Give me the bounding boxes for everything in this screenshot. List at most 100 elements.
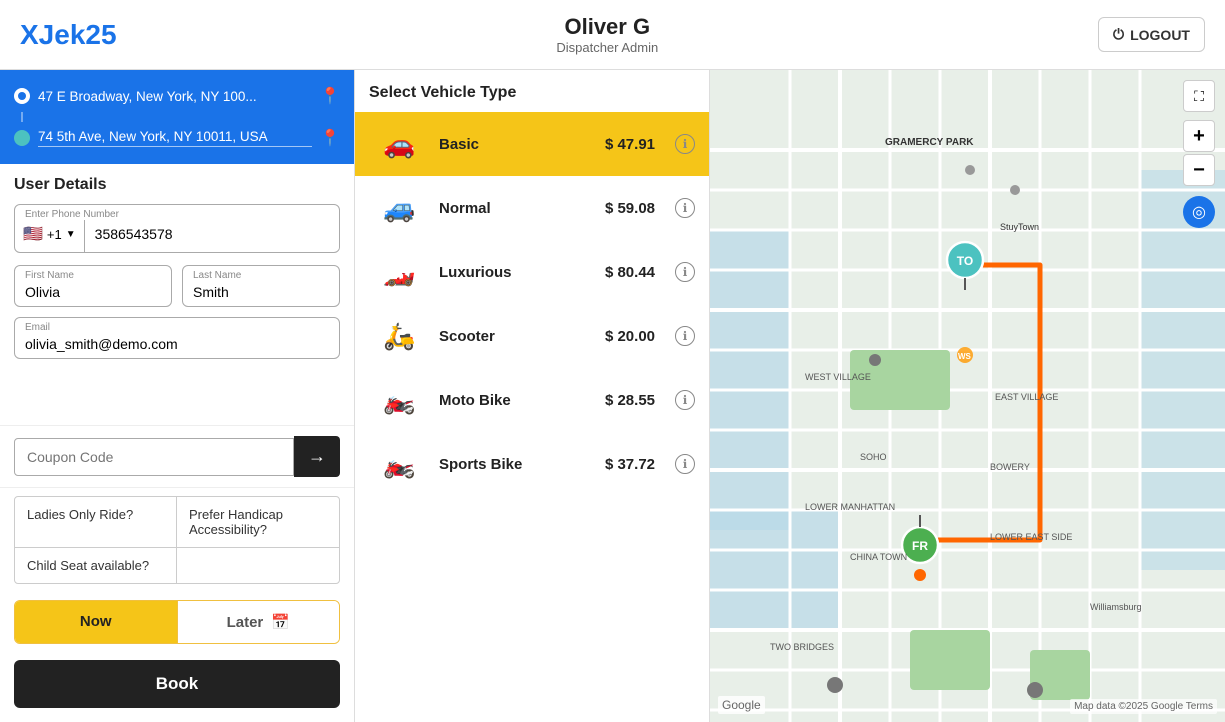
vehicle-price-scooter: $ 20.00 (605, 328, 655, 345)
email-group: Email (14, 317, 340, 359)
country-selector[interactable]: 🇺🇸 +1 ▼ (15, 220, 85, 252)
vehicle-price-normal: $ 59.08 (605, 200, 655, 217)
logout-label: LOGOUT (1130, 27, 1190, 43)
phone-label: Enter Phone Number (15, 205, 339, 220)
svg-text:BOWERY: BOWERY (990, 462, 1030, 472)
first-name-label: First Name (25, 270, 74, 281)
later-button[interactable]: Later 📅 (178, 601, 340, 643)
vehicle-icon-motobike: 🏍️ (372, 380, 427, 420)
svg-text:WS: WS (958, 352, 972, 361)
svg-text:EAST VILLAGE: EAST VILLAGE (995, 392, 1058, 402)
vehicle-item-luxurious[interactable]: 🏎️ Luxurious $ 80.44 ℹ (355, 240, 709, 304)
vehicle-info-luxurious[interactable]: ℹ (675, 262, 695, 282)
vehicle-name-basic: Basic (439, 136, 593, 153)
name-row: First Name Last Name (14, 265, 340, 307)
user-details: User Details Enter Phone Number 🇺🇸 +1 ▼ (0, 164, 354, 425)
user-details-title: User Details (14, 176, 340, 194)
address-section: 47 E Broadway, New York, NY 100... 📍 74 … (0, 70, 354, 164)
address-from-row: 47 E Broadway, New York, NY 100... 📍 (14, 82, 340, 110)
chevron-down-icon: ▼ (66, 229, 76, 240)
handicap-option[interactable]: Prefer Handicap Accessibility? (177, 497, 339, 548)
vehicle-price-motobike: $ 28.55 (605, 392, 655, 409)
map-attribution: Map data ©2025 Google Terms (1070, 699, 1217, 714)
child-seat-option[interactable]: Child Seat available? (15, 548, 177, 583)
power-icon: ⏻ (1113, 26, 1124, 43)
map-expand-button[interactable]: ⛶ (1183, 80, 1215, 112)
logout-button[interactable]: ⏻ LOGOUT (1098, 17, 1205, 52)
phone-input-wrapper: Enter Phone Number 🇺🇸 +1 ▼ (14, 204, 340, 253)
now-button[interactable]: Now (15, 601, 177, 643)
book-button[interactable]: Book (14, 660, 340, 708)
vehicle-item-scooter[interactable]: 🛵 Scooter $ 20.00 ℹ (355, 304, 709, 368)
vehicle-icon-sportsbike: 🏍️ (372, 444, 427, 484)
google-logo: Google (718, 696, 765, 714)
locate-button[interactable]: ◎ (1183, 196, 1215, 228)
flag-icon: 🇺🇸 (23, 224, 43, 244)
address-from: 47 E Broadway, New York, NY 100... (38, 89, 312, 104)
coupon-submit-button[interactable]: → (294, 436, 340, 477)
later-label: Later (227, 614, 264, 631)
time-section: Now Later 📅 (0, 592, 354, 652)
logo-number: 25 (85, 19, 116, 50)
svg-text:Williamsburg: Williamsburg (1090, 602, 1142, 612)
svg-text:LOWER EAST SIDE: LOWER EAST SIDE (990, 532, 1072, 542)
svg-text:WEST VILLAGE: WEST VILLAGE (805, 372, 871, 382)
header: XJek25 Oliver G Dispatcher Admin ⏻ LOGOU… (0, 0, 1225, 70)
coupon-input[interactable] (14, 438, 294, 476)
vehicle-section-title: Select Vehicle Type (355, 84, 709, 112)
options-section: Ladies Only Ride? Prefer Handicap Access… (0, 487, 354, 592)
vehicle-name-sportsbike: Sports Bike (439, 456, 593, 473)
user-role: Dispatcher Admin (556, 40, 658, 55)
left-panel: 47 E Broadway, New York, NY 100... 📍 74 … (0, 70, 355, 722)
svg-text:CHINA TOWN: CHINA TOWN (850, 552, 907, 562)
svg-text:GRAMERCY PARK: GRAMERCY PARK (885, 137, 974, 148)
coupon-section: → (0, 425, 354, 487)
vehicle-icon-scooter: 🛵 (372, 316, 427, 356)
expand-icon: ⛶ (1194, 88, 1204, 105)
calendar-icon: 📅 (271, 613, 290, 631)
empty-option (177, 548, 339, 583)
vehicle-icon-basic: 🚗 (372, 124, 427, 164)
email-input[interactable] (15, 318, 339, 358)
vehicle-info-sportsbike[interactable]: ℹ (675, 454, 695, 474)
vehicle-name-scooter: Scooter (439, 328, 593, 345)
options-grid: Ladies Only Ride? Prefer Handicap Access… (14, 496, 340, 584)
vehicle-info-normal[interactable]: ℹ (675, 198, 695, 218)
time-row: Now Later 📅 (14, 600, 340, 644)
last-name-group: Last Name (182, 265, 340, 307)
vehicle-info-motobike[interactable]: ℹ (675, 390, 695, 410)
vehicle-name-luxurious: Luxurious (439, 264, 593, 281)
logo: XJek25 (20, 19, 117, 51)
pin-icon-from[interactable]: 📍 (320, 86, 340, 106)
vehicle-item-sportsbike[interactable]: 🏍️ Sports Bike $ 37.72 ℹ (355, 432, 709, 496)
vehicle-price-basic: $ 47.91 (605, 136, 655, 153)
last-name-label: Last Name (193, 270, 241, 281)
pin-icon-to[interactable]: 📍 (320, 128, 340, 148)
map-area: TO FR GRAMERCY PARK StuyTown WEST VILLAG… (710, 70, 1225, 722)
email-label: Email (25, 322, 50, 333)
username: Oliver G (556, 14, 658, 40)
vehicle-name-normal: Normal (439, 200, 593, 217)
svg-text:SOHO: SOHO (860, 452, 887, 462)
ladies-only-option[interactable]: Ladies Only Ride? (15, 497, 177, 548)
vehicle-price-sportsbike: $ 37.72 (605, 456, 655, 473)
logo-text: XJek (20, 19, 85, 50)
vehicle-icon-luxurious: 🏎️ (372, 252, 427, 292)
vehicle-item-basic[interactable]: 🚗 Basic $ 47.91 ℹ (355, 112, 709, 176)
svg-text:TWO BRIDGES: TWO BRIDGES (770, 642, 834, 652)
vehicle-list: 🚗 Basic $ 47.91 ℹ 🚙 Normal $ 59.08 ℹ 🏎️ … (355, 112, 709, 496)
vehicle-price-luxurious: $ 80.44 (605, 264, 655, 281)
vehicle-icon-normal: 🚙 (372, 188, 427, 228)
zoom-in-button[interactable]: + (1183, 120, 1215, 152)
from-dot (14, 88, 30, 104)
address-to: 74 5th Ave, New York, NY 10011, USA (38, 129, 312, 147)
phone-number-input[interactable] (85, 222, 339, 250)
vehicle-info-basic[interactable]: ℹ (675, 134, 695, 154)
address-to-row: 74 5th Ave, New York, NY 10011, USA 📍 (14, 124, 340, 152)
vehicle-item-motobike[interactable]: 🏍️ Moto Bike $ 28.55 ℹ (355, 368, 709, 432)
first-name-group: First Name (14, 265, 172, 307)
vehicle-item-normal[interactable]: 🚙 Normal $ 59.08 ℹ (355, 176, 709, 240)
zoom-out-button[interactable]: − (1183, 154, 1215, 186)
vehicle-panel: Select Vehicle Type 🚗 Basic $ 47.91 ℹ 🚙 … (355, 70, 710, 722)
vehicle-info-scooter[interactable]: ℹ (675, 326, 695, 346)
